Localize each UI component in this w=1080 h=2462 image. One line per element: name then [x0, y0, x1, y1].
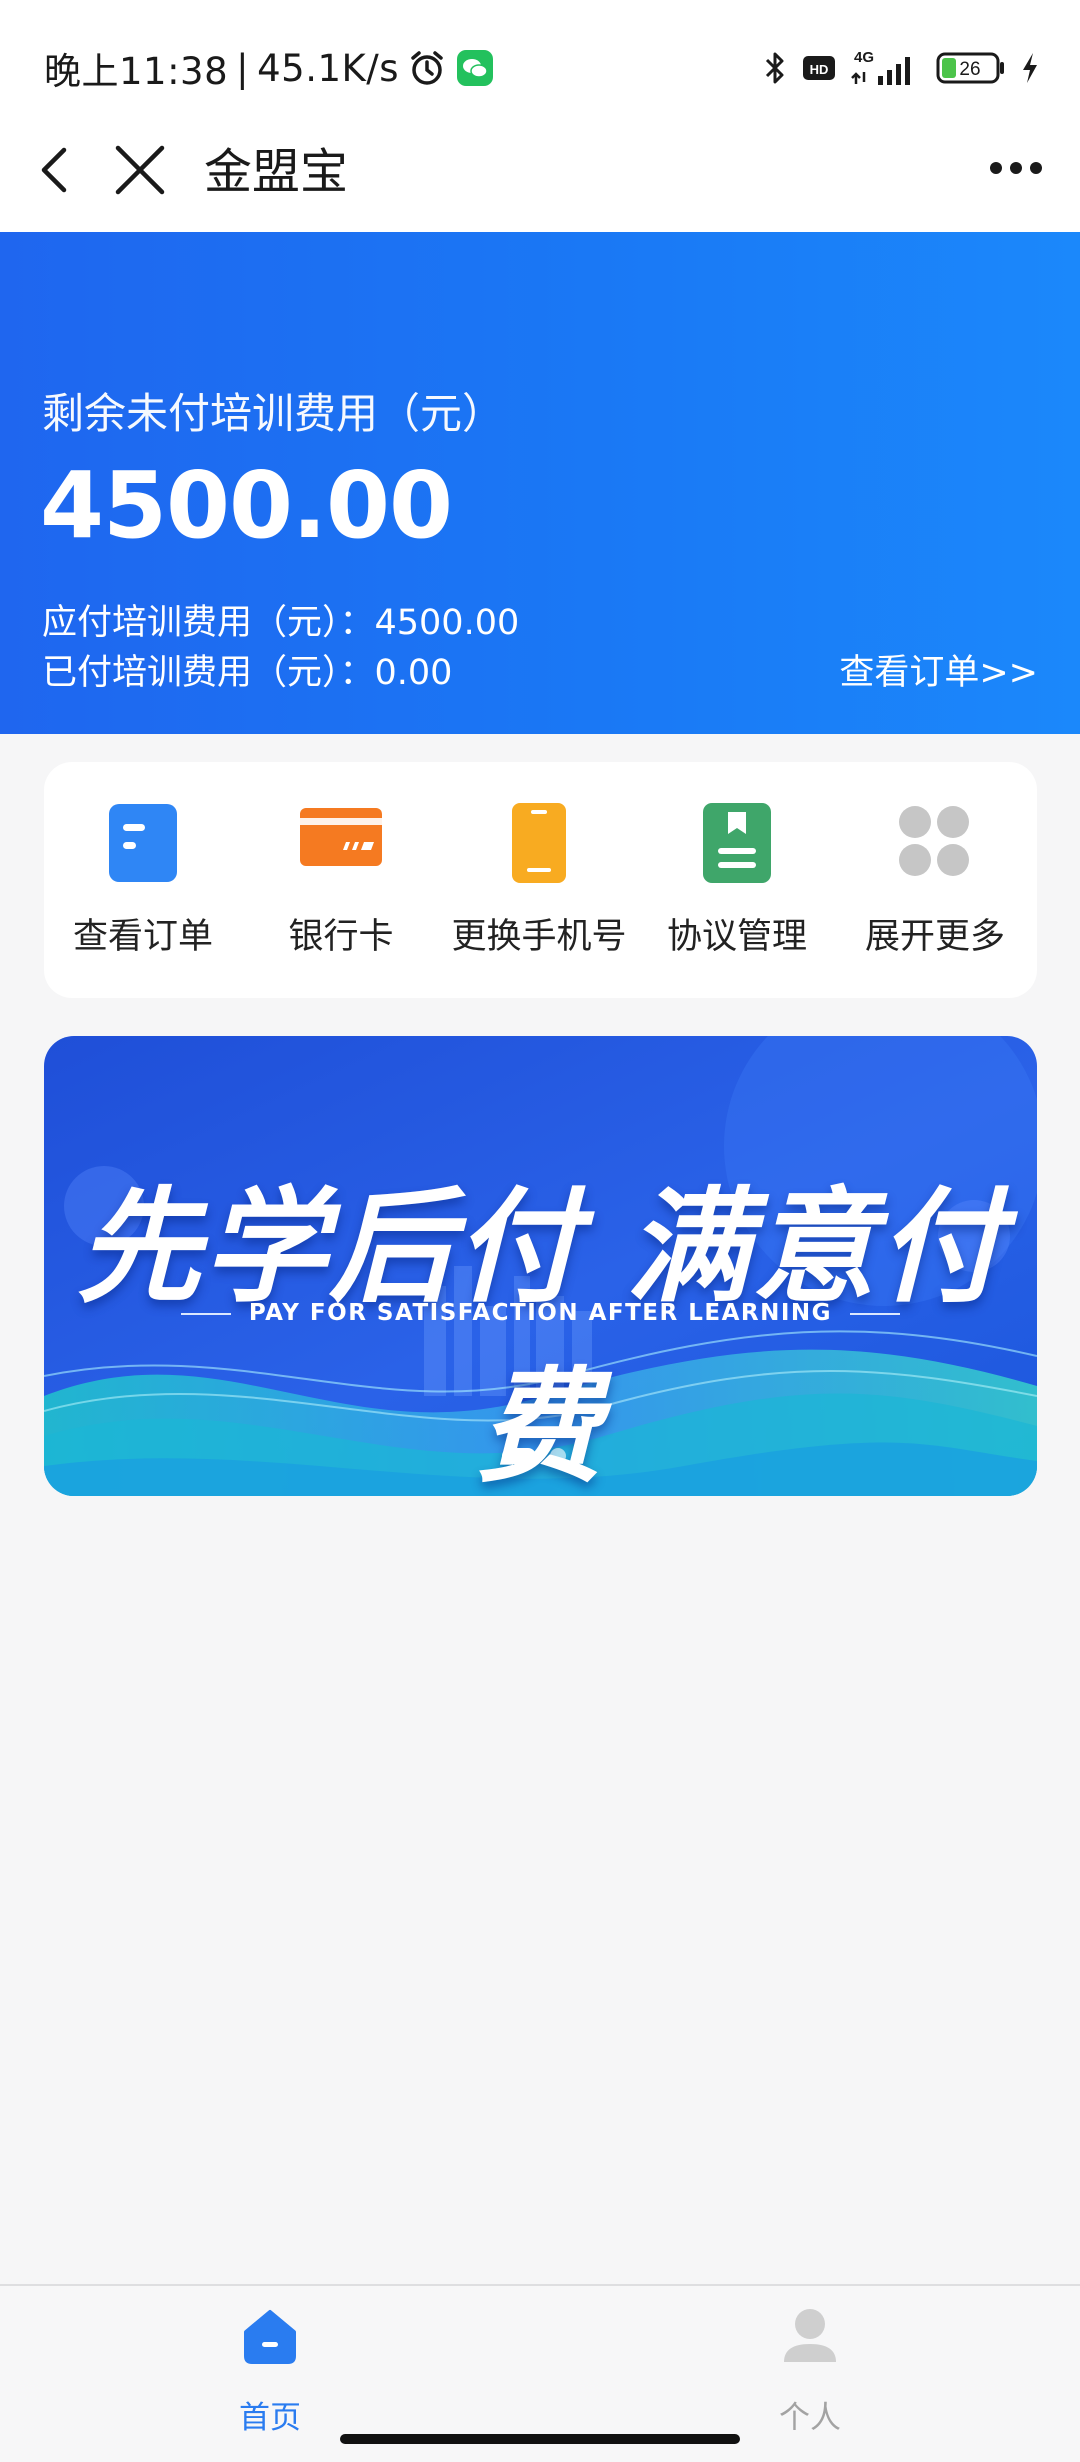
agreement-icon [703, 803, 771, 883]
more-grid-icon [899, 806, 969, 876]
back-icon[interactable] [30, 140, 80, 200]
promo-banner[interactable]: 先学后付 满意付费 PAY FOR SATISFACTION AFTER LEA… [44, 1036, 1037, 1496]
tab-label: 首页 [239, 2400, 301, 2436]
bluetooth-icon [765, 52, 784, 84]
wechat-icon [457, 50, 493, 86]
fee-summary-card: 剩余未付培训费用（元） 4500.00 应付培训费用（元）：4500.00 已付… [0, 232, 1080, 734]
more-options-icon[interactable] [988, 156, 1044, 180]
quick-action-change-phone[interactable]: 更换手机号 [440, 762, 638, 998]
quick-action-view-orders[interactable]: 查看订单 [44, 762, 242, 998]
quick-action-label: 更换手机号 [451, 917, 627, 957]
status-time: 晚上11:38 [44, 50, 229, 93]
carousel-dot-active[interactable] [502, 1448, 536, 1464]
paid-fee-line: 已付培训费用（元）：0.00 [42, 653, 453, 693]
hd-text: HD [810, 62, 829, 77]
close-icon[interactable] [110, 142, 170, 198]
hd-icon: HD [803, 56, 835, 80]
quick-action-label: 查看订单 [72, 917, 213, 957]
quick-action-more[interactable]: 展开更多 [836, 762, 1034, 998]
tab-label: 个人 [779, 2400, 841, 2436]
quick-action-agreements[interactable]: 协议管理 [638, 762, 836, 998]
remaining-fee-amount: 4500.00 [40, 452, 453, 559]
battery-icon: 26 [936, 52, 1004, 84]
status-right: HD 4G 26 [762, 44, 1040, 92]
status-separator: | [236, 46, 250, 90]
quick-action-label: 协议管理 [666, 917, 807, 957]
carousel-dot[interactable] [550, 1448, 566, 1464]
phone-icon [512, 803, 566, 883]
network-type: 4G [854, 49, 874, 66]
remaining-fee-label: 剩余未付培训费用（元） [42, 389, 505, 438]
carousel-indicator [502, 1448, 566, 1464]
payable-fee-line: 应付培训费用（元）：4500.00 [42, 603, 520, 643]
tab-home[interactable]: 首页 [0, 2286, 540, 2436]
top-navigation-bar: 金盟宝 [0, 110, 1080, 232]
status-net-speed: 45.1K/s [257, 46, 399, 90]
tab-personal[interactable]: 个人 [540, 2286, 1080, 2436]
home-indicator[interactable] [340, 2434, 740, 2444]
person-icon [784, 2309, 836, 2362]
banner-subline: PAY FOR SATISFACTION AFTER LEARNING [44, 1300, 1037, 1326]
status-left: 晚上11:38 | 45.1K/s [44, 44, 495, 93]
home-icon [244, 2310, 296, 2364]
battery-level: 26 [959, 59, 980, 80]
view-orders-link[interactable]: 查看订单>> [839, 644, 1038, 695]
status-bar: 晚上11:38 | 45.1K/s HD 4G 26 [0, 0, 1080, 128]
alarm-icon [411, 51, 443, 85]
bank-card-icon [300, 808, 382, 866]
page-title: 金盟宝 [204, 144, 349, 200]
quick-action-bank-card[interactable]: 银行卡 [242, 762, 440, 998]
quick-action-label: 展开更多 [864, 917, 1005, 957]
charging-icon [1023, 53, 1037, 83]
signal-icon: 4G [851, 49, 910, 85]
order-icon [109, 804, 177, 882]
quick-action-label: 银行卡 [288, 917, 394, 957]
quick-actions-panel: 查看订单 银行卡 更换手机号 协议管理 展开更多 [44, 762, 1037, 998]
